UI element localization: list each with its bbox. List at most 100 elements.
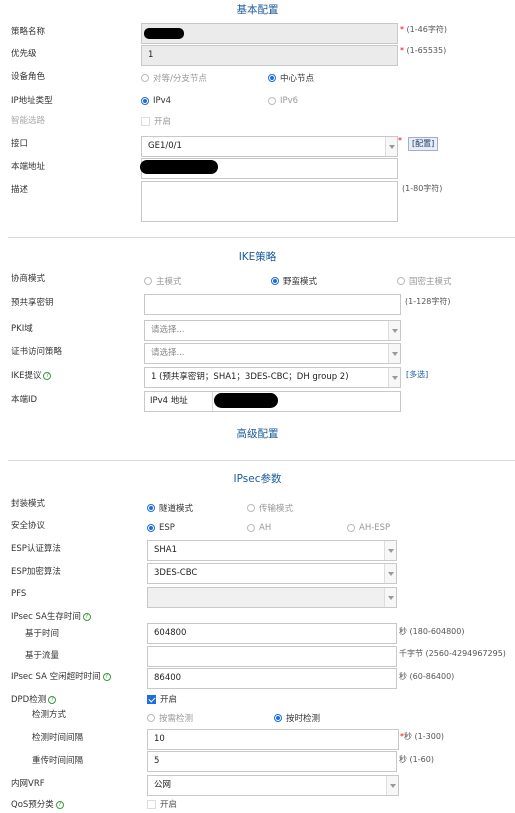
main-mode-radio[interactable]: 主模式 <box>144 275 182 287</box>
aggressive-mode-radio[interactable]: 野蛮模式 <box>271 275 317 287</box>
chevron-down-icon <box>200 392 212 411</box>
dpd-label: DPD检测? <box>11 693 57 705</box>
help-icon[interactable]: ? <box>48 695 57 704</box>
esp-auth-label: ESP认证算法 <box>11 544 61 554</box>
esp-auth-select[interactable]: SHA1 <box>147 540 397 561</box>
chevron-down-icon <box>384 588 396 607</box>
time-based-label: 基于时间 <box>25 629 60 639</box>
idle-timeout-label: IPsec SA 空闲超时时间? <box>11 670 111 682</box>
device-role-peer-radio[interactable]: 对等/分支节点 <box>141 72 207 84</box>
on-demand-detect-radio[interactable]: 按需检测 <box>147 712 193 724</box>
chevron-down-icon <box>384 564 396 583</box>
priority-hint: * (1-65535) <box>400 46 447 55</box>
policy-name-hint: * (1-46字符) <box>400 25 447 34</box>
redacted-local-id <box>214 393 278 408</box>
help-icon[interactable]: ? <box>102 672 111 681</box>
divider <box>8 460 515 461</box>
traffic-based-hint: 千字节 (2560-4294967295) <box>399 649 506 658</box>
interface-value: GE1/0/1 <box>148 141 182 151</box>
priority-input[interactable]: 1 <box>141 45 398 66</box>
esp-enc-label: ESP加密算法 <box>11 567 61 577</box>
help-icon[interactable]: ? <box>55 800 64 809</box>
chevron-down-icon <box>385 137 397 156</box>
ip-type-ipv4-radio[interactable]: IPv4 <box>141 96 171 106</box>
interface-config-button[interactable]: [配置] <box>408 137 439 151</box>
transport-mode-radio[interactable]: 传输模式 <box>247 502 293 514</box>
pki-domain-label: PKI域 <box>11 324 33 334</box>
pki-domain-select[interactable]: 请选择... <box>144 320 401 341</box>
detect-method-label: 检测方式 <box>32 710 67 720</box>
psk-input[interactable] <box>144 294 401 315</box>
pfs-select[interactable] <box>147 587 397 608</box>
interface-required: * <box>398 136 402 145</box>
ip-type-ipv6-radio[interactable]: IPv6 <box>268 96 298 106</box>
detect-interval-hint: *秒 (1-300) <box>400 732 445 741</box>
sm-main-mode-radio[interactable]: 国密主模式 <box>397 275 452 287</box>
traffic-based-label: 基于流量 <box>25 651 60 661</box>
pki-domain-placeholder: 请选择... <box>151 325 185 335</box>
inner-vrf-select[interactable]: 公网 <box>147 775 399 796</box>
section-title-ike: IKE策略 <box>238 251 277 263</box>
retry-interval-input[interactable]: 5 <box>147 751 397 772</box>
qos-checkbox[interactable]: 开启 <box>147 798 177 810</box>
local-id-type-select[interactable]: IPv4 地址 <box>145 392 213 411</box>
sa-lifetime-label: IPsec SA生存时间? <box>11 610 91 622</box>
local-id-label: 本端ID <box>11 395 38 405</box>
idle-timeout-input[interactable]: 86400 <box>147 668 397 689</box>
ike-proposal-multi-select-link[interactable]: [多选] <box>406 369 428 380</box>
chevron-down-icon <box>384 541 396 560</box>
policy-name-label: 策略名称 <box>11 27 46 37</box>
retry-interval-label: 重传时间间隔 <box>32 756 84 766</box>
interface-label: 接口 <box>11 139 29 149</box>
ike-proposal-select[interactable]: 1 (预共享密钥；SHA1；3DES-CBC；DH group 2) <box>144 367 401 388</box>
local-address-label: 本端地址 <box>11 162 46 172</box>
cert-policy-label: 证书访问策略 <box>11 347 63 357</box>
detect-interval-label: 检测时间间隔 <box>32 733 84 743</box>
description-hint: (1-80字符) <box>402 184 443 193</box>
cert-policy-select[interactable]: 请选择... <box>144 343 401 364</box>
esp-radio[interactable]: ESP <box>147 523 175 533</box>
section-title-ipsec: IPsec参数 <box>233 473 282 485</box>
ip-type-label: IP地址类型 <box>11 96 53 106</box>
description-label: 描述 <box>11 185 29 195</box>
redacted-local-address <box>140 160 218 174</box>
ah-esp-radio[interactable]: AH-ESP <box>347 523 390 533</box>
retry-interval-hint: 秒 (1-60) <box>399 755 434 764</box>
psk-hint: (1-128字符) <box>405 297 451 306</box>
chevron-down-icon <box>388 344 400 363</box>
help-icon[interactable]: ? <box>82 612 91 621</box>
time-based-input[interactable]: 604800 <box>147 623 397 644</box>
chevron-down-icon <box>388 368 400 387</box>
pfs-label: PFS <box>11 589 27 599</box>
inner-vrf-label: 内网VRF <box>11 779 45 789</box>
detect-interval-input[interactable]: 10 <box>147 729 399 750</box>
description-textarea[interactable] <box>141 181 398 222</box>
esp-enc-select[interactable]: 3DES-CBC <box>147 563 397 584</box>
section-title-advanced: 高级配置 <box>236 428 279 440</box>
encap-mode-label: 封装模式 <box>11 499 46 509</box>
traffic-based-input[interactable] <box>147 646 397 667</box>
ike-proposal-label: IKE提议? <box>11 369 52 381</box>
device-role-label: 设备角色 <box>11 72 46 82</box>
dpd-checkbox[interactable]: 开启 <box>147 693 177 705</box>
smart-select-label: 智能选路 <box>11 116 46 126</box>
help-icon[interactable]: ? <box>43 371 52 380</box>
security-protocol-label: 安全协议 <box>11 521 46 531</box>
inner-vrf-value: 公网 <box>154 780 172 790</box>
chevron-down-icon <box>388 321 400 340</box>
esp-enc-value: 3DES-CBC <box>154 568 198 578</box>
device-role-center-radio[interactable]: 中心节点 <box>268 72 314 84</box>
smart-select-checkbox[interactable]: 开启 <box>141 115 171 127</box>
interface-select[interactable]: GE1/0/1 <box>141 136 398 157</box>
tunnel-mode-radio[interactable]: 隧道模式 <box>147 502 193 514</box>
qos-label: QoS预分类? <box>11 798 64 810</box>
chevron-down-icon <box>386 776 398 795</box>
idle-timeout-hint: 秒 (60-86400) <box>399 672 455 681</box>
cert-policy-placeholder: 请选择... <box>151 348 185 358</box>
esp-auth-value: SHA1 <box>154 545 178 555</box>
negotiation-mode-label: 协商模式 <box>11 274 46 284</box>
local-id-type-value: IPv4 地址 <box>150 396 188 406</box>
ah-radio[interactable]: AH <box>247 523 271 533</box>
redacted-policy-name <box>144 28 184 39</box>
periodic-detect-radio[interactable]: 按时检测 <box>274 712 320 724</box>
